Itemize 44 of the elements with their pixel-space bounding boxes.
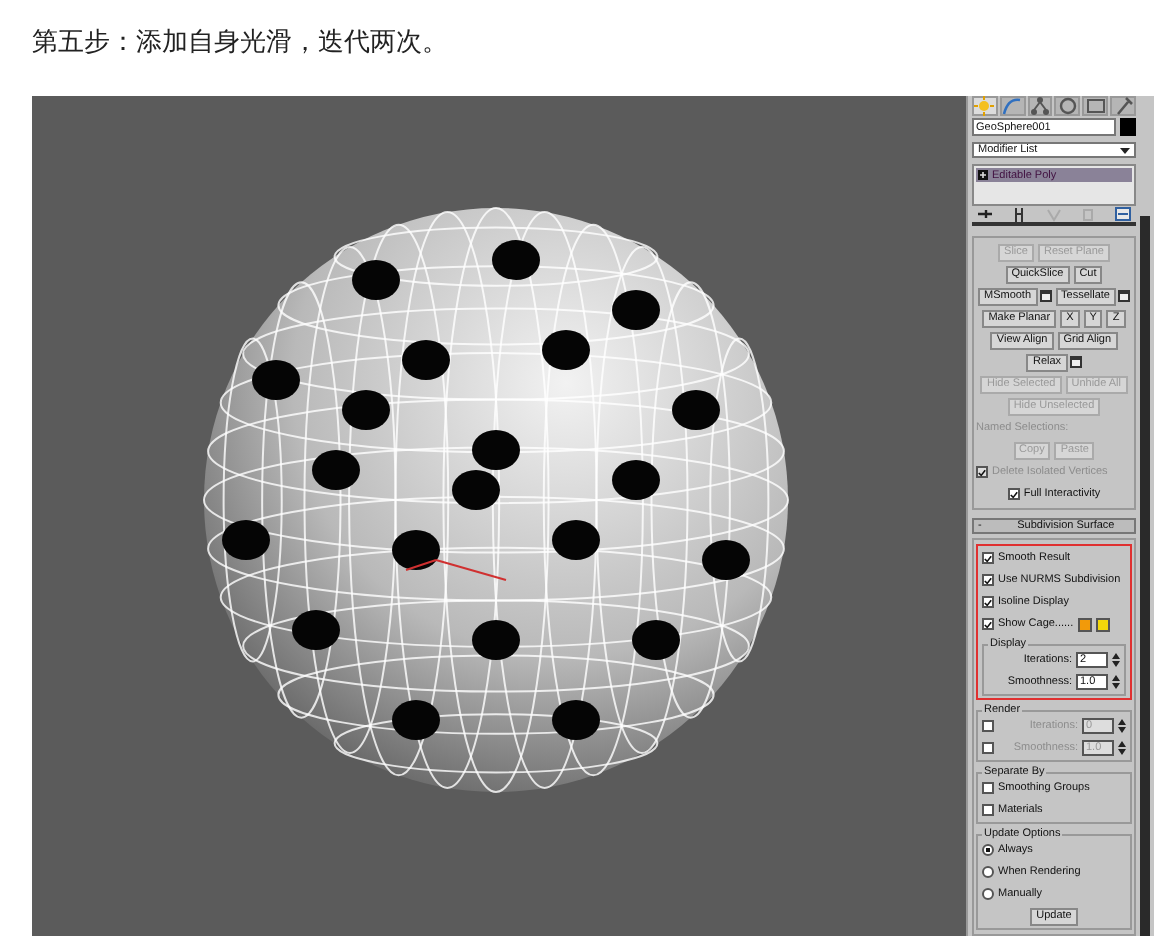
settings-button[interactable] (1039, 290, 1052, 302)
checkbox[interactable] (1007, 488, 1020, 500)
panel-tab[interactable] (1110, 96, 1136, 116)
scrollbar[interactable] (1140, 216, 1150, 936)
checkmark-icon (984, 575, 992, 585)
checkmark-icon (1009, 489, 1018, 499)
panel-tab[interactable] (1027, 96, 1053, 116)
curve-icon (1002, 96, 1023, 116)
settings-button[interactable] (1118, 290, 1130, 302)
spinner-arrows-icon[interactable] (1118, 740, 1126, 756)
color-swatch[interactable] (1095, 617, 1110, 631)
sun-icon (974, 96, 995, 116)
checkbox[interactable] (982, 782, 994, 794)
radio-button[interactable] (982, 888, 994, 900)
spinner-arrows-icon[interactable] (1112, 652, 1120, 668)
hierarchy-icon (1030, 96, 1051, 116)
wrench-icon (1113, 96, 1134, 116)
checkmark-icon (984, 553, 992, 563)
checkmark-icon (978, 467, 986, 477)
checkbox[interactable] (982, 596, 994, 608)
configure-icon[interactable] (1114, 206, 1132, 222)
panel-tab[interactable] (1054, 96, 1081, 116)
object-color-swatch[interactable] (1120, 118, 1136, 136)
color-swatch[interactable] (1077, 617, 1092, 631)
spinner-arrows-icon[interactable] (1118, 718, 1126, 734)
checkbox[interactable] (982, 618, 994, 630)
spinner-arrows-icon[interactable] (1112, 674, 1120, 690)
caret-icon (1120, 147, 1130, 153)
ring-icon (1057, 96, 1078, 116)
checkmark-icon (984, 619, 992, 629)
panel-tab[interactable] (999, 96, 1026, 116)
checkbox[interactable] (982, 552, 994, 564)
settings-button[interactable] (1069, 356, 1082, 368)
checkmark-icon (984, 597, 992, 607)
radio-button[interactable] (982, 866, 994, 878)
checkbox[interactable] (982, 574, 994, 586)
checkbox[interactable] (982, 804, 994, 816)
expand-icon (978, 170, 988, 180)
panel-tab[interactable] (1082, 96, 1109, 116)
fork-icon[interactable] (1010, 206, 1029, 222)
pin-icon[interactable] (976, 206, 994, 222)
step-heading: 第五步：添加自身光滑，迭代两次。 (32, 26, 448, 60)
radio-button[interactable] (982, 844, 994, 856)
monitor-icon (1085, 96, 1106, 116)
